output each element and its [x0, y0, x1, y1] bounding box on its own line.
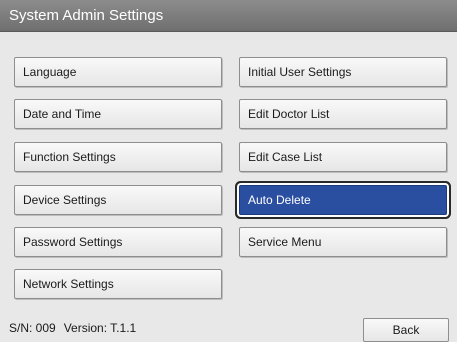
- language-button[interactable]: Language: [14, 57, 222, 87]
- function-settings-button[interactable]: Function Settings: [14, 142, 222, 172]
- password-settings-button[interactable]: Password Settings: [14, 227, 222, 257]
- device-info: S/N: 009 Version: T.1.1: [9, 321, 144, 335]
- edit-doctor-list-button[interactable]: Edit Doctor List: [239, 99, 447, 129]
- edit-case-list-button[interactable]: Edit Case List: [239, 142, 447, 172]
- date-and-time-button[interactable]: Date and Time: [14, 99, 222, 129]
- system-admin-settings-window: System Admin Settings Language Date and …: [0, 0, 457, 342]
- service-menu-button[interactable]: Service Menu: [239, 227, 447, 257]
- back-button[interactable]: Back: [363, 318, 449, 342]
- serial-number: S/N: 009: [9, 321, 56, 335]
- software-version: Version: T.1.1: [63, 321, 137, 335]
- auto-delete-button[interactable]: Auto Delete: [239, 185, 447, 215]
- title-bar: System Admin Settings: [0, 0, 457, 32]
- network-settings-button[interactable]: Network Settings: [14, 269, 222, 299]
- device-settings-button[interactable]: Device Settings: [14, 185, 222, 215]
- initial-user-settings-button[interactable]: Initial User Settings: [239, 57, 447, 87]
- window-title: System Admin Settings: [9, 7, 164, 24]
